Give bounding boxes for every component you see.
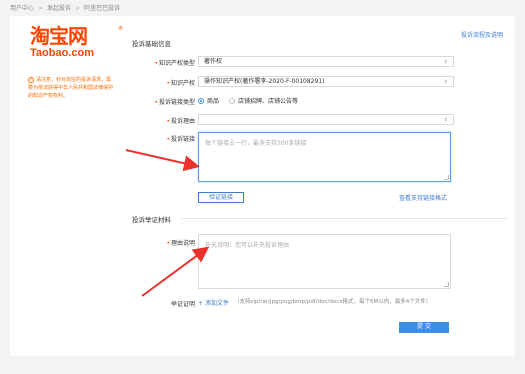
logo-registered-mark: ®	[118, 26, 123, 32]
radio-shop[interactable]: 店铺招牌、店铺公告等	[229, 96, 298, 105]
radio-goods[interactable]: 商品	[198, 96, 219, 105]
section-title-basic: 投诉基础信息	[132, 40, 171, 48]
breadcrumb-user-center[interactable]: 用户中心	[10, 5, 34, 12]
link-type-radio-group: 商品 店铺招牌、店铺公告等	[198, 96, 298, 105]
links-label: •投诉链接	[166, 136, 195, 143]
ip-select[interactable]: 操作知识产权(著作署李-2020-F-00108291) ∨	[198, 76, 454, 87]
add-file-button[interactable]: + 添加文件	[198, 298, 229, 307]
chevron-down-icon: ∨	[443, 116, 448, 123]
main-panel: 淘宝网 ® Taobao.com ! 请注意，针对淘宝的投诉请求，需要为依法获得中…	[10, 16, 515, 356]
plus-icon: +	[198, 300, 205, 307]
supported-formats-link[interactable]: 查看支持链接格式	[399, 193, 447, 202]
breadcrumb-complaint[interactable]: 发起投诉	[47, 5, 71, 12]
notice-text: 请注意，针对淘宝的投诉请求，需要为依法获得中华人民共和国法律保护的知识产权权利。	[28, 77, 114, 99]
reason-label: •投诉理由	[166, 118, 195, 125]
radio-dot	[198, 97, 204, 104]
section-title-evidence: 投诉举证材料	[132, 216, 171, 224]
breadcrumb-current: 阿里巴巴投诉	[84, 5, 121, 12]
ip-type-select[interactable]: 著作权 ∨	[198, 56, 454, 67]
ip-type-value: 著作权	[204, 58, 223, 65]
chevron-down-icon: ∨	[443, 58, 448, 65]
ip-label: •知识产权	[166, 80, 195, 87]
proof-label: 举证证明	[170, 301, 195, 308]
reason-select[interactable]: ∨	[198, 114, 454, 125]
ip-type-label: •知识产权类型	[154, 60, 195, 67]
breadcrumb: 用户中心 > 发起投诉 > 阿里巴巴投诉	[10, 3, 120, 12]
notice: ! 请注意，针对淘宝的投诉请求，需要为依法获得中华人民共和国法律保护的知识产权权利…	[28, 76, 114, 100]
help-link[interactable]: 投诉流程及说明	[461, 30, 503, 39]
resize-handle[interactable]	[444, 175, 449, 180]
ip-value: 操作知识产权(著作署李-2020-F-00108291)	[204, 78, 325, 85]
info-icon: !	[28, 77, 34, 83]
links-placeholder: 每个链接占一行，最多支持300条链接	[205, 140, 307, 147]
links-textarea[interactable]: 每个链接占一行，最多支持300条链接	[198, 132, 451, 182]
taobao-logo: 淘宝网 ® Taobao.com	[30, 24, 125, 59]
logo-chinese: 淘宝网	[30, 24, 88, 48]
section-divider	[182, 218, 507, 219]
link-type-label: •投诉链接类型	[154, 99, 195, 106]
breadcrumb-separator: >	[75, 5, 81, 12]
verify-links-button[interactable]: 验证链接	[198, 192, 244, 203]
desc-textarea[interactable]: 补充说明：您可以补充投诉理由	[198, 234, 451, 289]
chevron-down-icon: ∨	[443, 78, 448, 85]
resize-handle[interactable]	[444, 282, 449, 287]
desc-placeholder: 补充说明：您可以补充投诉理由	[205, 242, 290, 249]
logo-english: Taobao.com	[30, 47, 94, 59]
radio-dot	[229, 97, 236, 104]
attach-note: （支持zip/rar/jpg/png/bmp/pdf/doc/docx格式，每个…	[234, 299, 432, 305]
breadcrumb-separator: >	[38, 5, 44, 12]
submit-button[interactable]: 提 交	[399, 322, 449, 333]
desc-label: •理由说明	[166, 240, 195, 247]
